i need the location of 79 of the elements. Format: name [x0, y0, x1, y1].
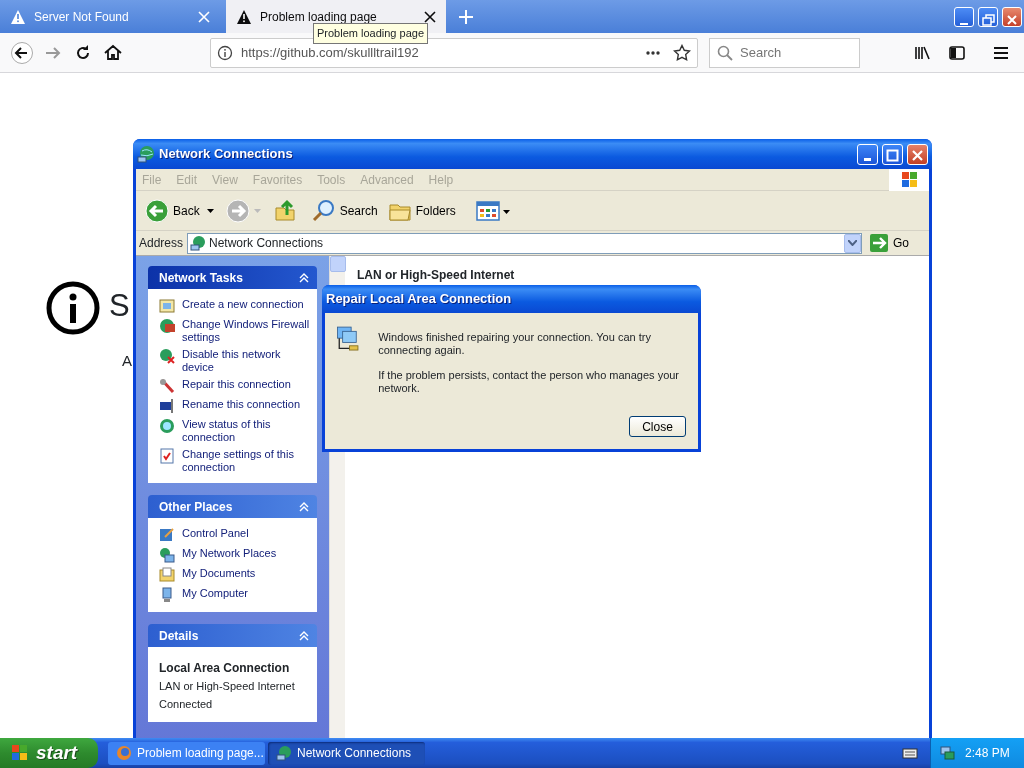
close-icon[interactable] [424, 10, 436, 23]
panel-header[interactable]: Details [148, 624, 317, 647]
panel-link[interactable]: Rename this connection [182, 398, 300, 414]
address-field[interactable]: Network Connections [187, 232, 862, 254]
panel-link[interactable]: Create a new connection [182, 298, 304, 314]
plus-icon[interactable] [458, 9, 474, 25]
taskbar-button[interactable]: Problem loading page... [108, 741, 265, 765]
info-icon[interactable] [217, 44, 233, 61]
details-name: Local Area Connection [159, 660, 291, 677]
search-icon [717, 44, 733, 61]
taskbar-button[interactable]: Network Connections [268, 741, 425, 765]
sidebar-icon[interactable] [948, 43, 966, 62]
network-icon[interactable] [939, 745, 955, 761]
disable-network-icon [159, 348, 175, 364]
clock: 2:48 PM [965, 745, 1010, 762]
panel-link[interactable]: Change settings of this connection [182, 448, 312, 474]
panel-link[interactable]: Control Panel [182, 527, 249, 543]
network-icon [276, 745, 292, 761]
panel-link[interactable]: Disable this network device [182, 348, 312, 374]
info-icon [45, 280, 101, 336]
tooltip: Problem loading page [313, 23, 429, 44]
search-icon [311, 198, 336, 223]
back-icon [11, 41, 33, 64]
panel-link[interactable]: My Documents [182, 567, 256, 583]
go-arrow-icon [869, 233, 889, 253]
close-button[interactable] [1002, 6, 1022, 27]
windows-flag-icon [889, 168, 929, 191]
search-field[interactable]: Search [709, 37, 860, 68]
folder-up-icon[interactable] [272, 198, 297, 223]
minimize-button[interactable] [954, 6, 974, 27]
panel-link[interactable]: My Computer [182, 587, 249, 603]
url-text: https://github.com/skullltrail192 [241, 43, 420, 62]
warning-icon [10, 8, 26, 25]
caret-icon [253, 208, 261, 213]
network-places-icon [159, 547, 175, 563]
star-icon[interactable] [673, 43, 691, 62]
maximize-button[interactable] [882, 143, 903, 165]
wrench-icon [159, 378, 175, 394]
dialog-title: Repair Local Area Connection [326, 290, 512, 309]
network-icon [137, 145, 155, 163]
keyboard-icon[interactable] [902, 746, 918, 760]
address-label: Address [139, 235, 184, 252]
network-icon [190, 235, 207, 251]
dropdown-button[interactable] [844, 233, 861, 253]
restore-button[interactable] [978, 6, 998, 27]
collapse-chevron-icon[interactable] [299, 272, 309, 283]
go-button[interactable]: Go [866, 231, 912, 255]
minimize-icon [864, 157, 871, 161]
minimize-icon [960, 23, 968, 26]
panel-header[interactable]: Other Places [148, 495, 317, 518]
warning-icon [236, 8, 252, 25]
panel-link[interactable]: Repair this connection [182, 378, 291, 394]
details-text: Connected [159, 697, 214, 712]
close-button[interactable] [907, 143, 928, 165]
collapse-chevron-icon[interactable] [299, 501, 309, 512]
dialog-message: Windows finished repairing your connection. You can try connecting again. [378, 331, 652, 357]
details-text: LAN or High-Speed Internet [159, 679, 296, 694]
panel-link[interactable]: My Network Places [182, 547, 277, 563]
documents-icon [159, 567, 175, 583]
panel-link[interactable]: View status of this connection [182, 418, 312, 444]
start-button[interactable]: start [0, 738, 98, 768]
collapse-chevron-icon[interactable] [299, 630, 309, 641]
close-button[interactable]: Close [629, 416, 686, 437]
back-button[interactable]: Back [142, 196, 203, 225]
minimize-button[interactable] [857, 143, 878, 165]
page-text: A [122, 351, 132, 371]
folders-button[interactable]: Folders [384, 196, 459, 225]
caret-icon[interactable] [206, 208, 214, 213]
globe-icon [116, 745, 132, 761]
computer-icon [159, 587, 175, 603]
panel-link[interactable]: Change Windows Firewall settings [182, 318, 312, 344]
search-button[interactable]: Search [308, 196, 381, 225]
window-title: Network Connections [159, 145, 294, 164]
globe-icon [159, 418, 175, 434]
chevron-down-icon [848, 240, 857, 246]
windows-flag-icon [10, 743, 30, 763]
dialog-message: If the problem persists, contact the person who manages your network. [378, 369, 681, 395]
panel-header[interactable]: Network Tasks [148, 266, 317, 289]
page-title: S [109, 288, 130, 324]
